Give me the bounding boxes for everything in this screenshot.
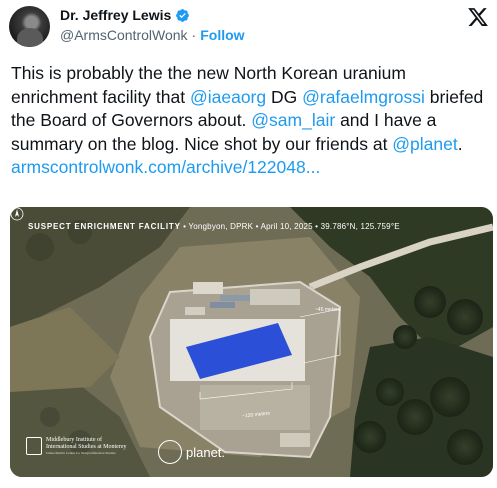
building [280, 433, 310, 447]
tweet-text: This is probably the the new North Korea… [11, 62, 491, 180]
mention-iaeaorg[interactable]: @iaeaorg [190, 87, 266, 107]
tweet-text-part: DG [266, 86, 303, 107]
x-logo-icon[interactable] [467, 6, 489, 28]
handle-row: @ArmsControlWonk · Follow [60, 27, 245, 43]
dimension-label-height: ~45 meters [315, 307, 341, 313]
tweet-card: Dr. Jeffrey Lewis @ArmsControlWonk · Fol… [0, 0, 497, 488]
middlebury-text: Middlebury Institute of International St… [46, 437, 126, 455]
author-handle[interactable]: @ArmsControlWonk [60, 27, 188, 43]
middlebury-line-3: James Martin Center for Nonproliferation… [46, 451, 116, 455]
avatar[interactable] [9, 6, 50, 47]
author-name-row: Dr. Jeffrey Lewis [60, 7, 190, 23]
building [185, 307, 205, 315]
building [193, 282, 223, 294]
mention-sam-lair[interactable]: @sam_lair [251, 110, 335, 130]
separator-dot: · [191, 27, 197, 43]
mention-planet[interactable]: @planet [392, 134, 457, 154]
blog-link[interactable]: armscontrolwonk.com/archive/122048... [11, 157, 320, 177]
middlebury-logo: Middlebury Institute of International St… [26, 437, 126, 455]
middlebury-line-1: Middlebury Institute of [46, 437, 102, 443]
middlebury-line-2: International Studies at Monterey [46, 444, 127, 450]
planet-circle-icon [158, 440, 182, 464]
tweet-text-part: . [457, 133, 463, 154]
image-caption-details: • Yongbyon, DPRK • April 10, 2025 • 39.7… [180, 222, 400, 231]
north-arrow-icon [10, 207, 24, 221]
author-name[interactable]: Dr. Jeffrey Lewis [60, 7, 171, 23]
verified-badge-icon [176, 8, 190, 22]
yard [200, 385, 310, 430]
middlebury-crest-icon [26, 437, 42, 455]
follow-button[interactable]: Follow [200, 27, 244, 43]
mention-rafaelmgrossi[interactable]: @rafaelmgrossi [302, 87, 425, 107]
planet-logo: planet. [158, 440, 225, 464]
building [220, 295, 250, 301]
satellite-image[interactable]: SUSPECT ENRICHMENT FACILITY • Yongbyon, … [10, 207, 493, 477]
building [210, 302, 235, 308]
planet-label: planet. [186, 444, 226, 460]
image-caption-title: SUSPECT ENRICHMENT FACILITY [28, 222, 181, 231]
image-caption: SUSPECT ENRICHMENT FACILITY • Yongbyon, … [28, 222, 400, 231]
building [250, 289, 300, 305]
